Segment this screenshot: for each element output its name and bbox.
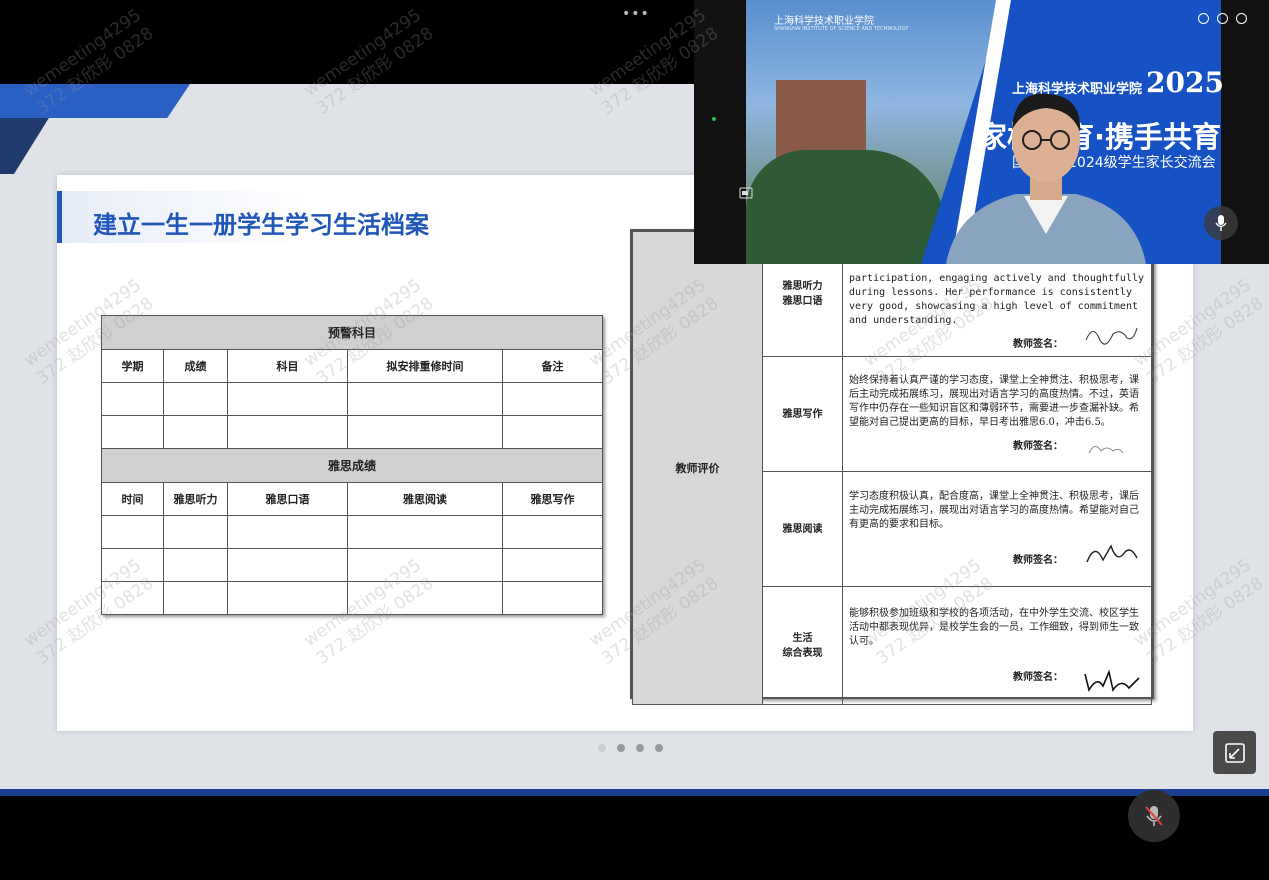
page-dot[interactable] bbox=[655, 744, 663, 752]
presenter-video-tile[interactable]: 上海科学技术职业学院 SHANGHAI INSTITUTE OF SCIENCE… bbox=[694, 0, 1269, 264]
decor-stripe bbox=[0, 84, 190, 118]
section-header: 预警科目 bbox=[101, 315, 603, 350]
subject-label: 雅思阅读 bbox=[762, 471, 843, 587]
column-header: 科目 bbox=[227, 349, 348, 383]
slide-page-indicator[interactable] bbox=[598, 744, 663, 752]
microphone-muted-icon bbox=[1145, 806, 1163, 826]
row-label: 教师评价 bbox=[632, 231, 763, 705]
status-dot bbox=[712, 117, 716, 121]
signature-image bbox=[1085, 327, 1138, 345]
column-header: 雅思口语 bbox=[227, 482, 348, 516]
microphone-icon bbox=[1215, 215, 1227, 231]
page-dot[interactable] bbox=[617, 744, 625, 752]
school-name: 上海科学技术职业学院 bbox=[774, 16, 874, 27]
evaluation-text: 学习态度积极认真，配合度高，课堂上全神贯注、积极思考，课后主动完成拓展练习，展现… bbox=[849, 491, 1139, 530]
column-header: 成绩 bbox=[163, 349, 228, 383]
mute-microphone-button[interactable] bbox=[1128, 790, 1180, 842]
exit-fullscreen-icon bbox=[1224, 742, 1245, 763]
column-header: 雅思写作 bbox=[502, 482, 603, 516]
column-header: 拟安排重修时间 bbox=[347, 349, 503, 383]
column-header: 学期 bbox=[101, 349, 164, 383]
school-name-en: SHANGHAI INSTITUTE OF SCIENCE AND TECHNO… bbox=[774, 26, 909, 32]
column-header: 时间 bbox=[101, 482, 164, 516]
warning-and-ielts-table: 预警科目 学期 成绩 科目 拟安排重修时间 备注 雅思成绩 时间 雅思听力 雅思… bbox=[101, 315, 603, 615]
section-header: 雅思成绩 bbox=[101, 448, 603, 483]
evaluation-cell: 始终保持着认真严谨的学习态度，课堂上全神贯注、积极思考，课后主动完成拓展练习，展… bbox=[842, 356, 1152, 472]
presenter-person bbox=[946, 93, 1146, 264]
table-row bbox=[101, 581, 603, 615]
slide-title: 建立一生一册学生学习生活档案 bbox=[93, 211, 429, 239]
page-dot[interactable] bbox=[636, 744, 644, 752]
circle-icon bbox=[1236, 13, 1247, 24]
table-header-row: 时间 雅思听力 雅思口语 雅思阅读 雅思写作 bbox=[101, 482, 603, 516]
evaluation-text: 始终保持着认真严谨的学习态度，课堂上全神贯注、积极思考，课后主动完成拓展练习，展… bbox=[849, 375, 1139, 428]
table-row bbox=[101, 415, 603, 449]
title-accent-bar bbox=[57, 191, 62, 243]
video-status-icon bbox=[739, 187, 753, 199]
signature-image bbox=[1086, 544, 1138, 563]
circle-icon bbox=[1198, 13, 1209, 24]
table-row bbox=[101, 382, 603, 416]
circle-icon bbox=[1217, 13, 1228, 24]
decor-bottom-bar bbox=[0, 789, 1269, 796]
column-header: 雅思听力 bbox=[163, 482, 228, 516]
column-header: 雅思阅读 bbox=[347, 482, 503, 516]
evaluation-text: 能够积极参加班级和学校的各项活动，在中外学生交流、校区学生活动中都表现优异，是校… bbox=[849, 607, 1139, 647]
table-row bbox=[101, 515, 603, 549]
exit-fullscreen-button[interactable] bbox=[1213, 731, 1256, 774]
banner-icons bbox=[1198, 13, 1247, 24]
evaluation-cell: 学习态度积极认真，配合度高，课堂上全神贯注、积极思考，课后主动完成拓展练习，展现… bbox=[842, 471, 1152, 587]
signature-image bbox=[1084, 669, 1140, 693]
subject-label: 雅思写作 bbox=[762, 356, 843, 472]
signature-image bbox=[1088, 446, 1124, 454]
table-row bbox=[101, 548, 603, 582]
subject-label: 生活 综合表现 bbox=[762, 586, 843, 705]
page-dot[interactable] bbox=[598, 744, 606, 752]
participant-mic-button[interactable] bbox=[1204, 206, 1238, 240]
evaluation-cell: 能够积极参加班级和学校的各项活动，在中外学生交流、校区学生活动中都表现优异，是校… bbox=[842, 586, 1152, 705]
table-header-row: 学期 成绩 科目 拟安排重修时间 备注 bbox=[101, 349, 603, 383]
trees-image bbox=[746, 150, 946, 264]
event-banner-background: 上海科学技术职业学院 SHANGHAI INSTITUTE OF SCIENCE… bbox=[746, 0, 1247, 264]
teacher-evaluation-document: 教师评价 雅思听力 雅思口语 participation, engaging a… bbox=[630, 229, 1154, 705]
column-header: 备注 bbox=[502, 349, 603, 383]
more-options-dots[interactable]: ••• bbox=[622, 6, 650, 22]
